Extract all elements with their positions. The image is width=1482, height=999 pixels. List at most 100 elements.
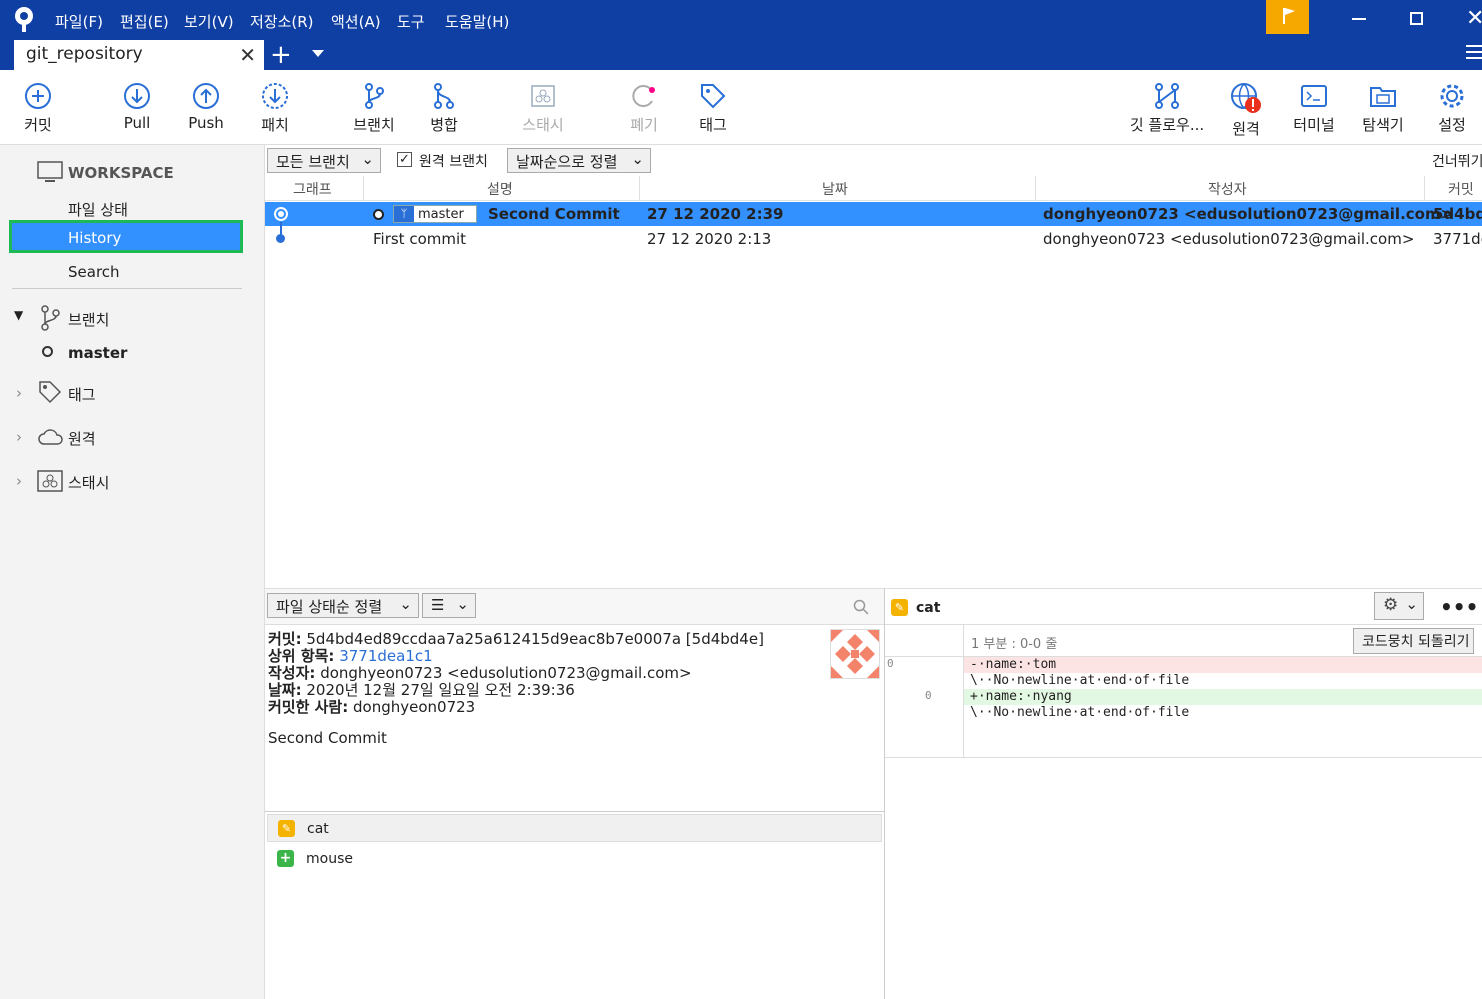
- column-divider[interactable]: [639, 176, 640, 201]
- stash-icon: [37, 470, 63, 496]
- commit-author: donghyeon0723 <edusolution0723@gmail.com…: [1043, 230, 1415, 248]
- chevron-right-icon[interactable]: ›: [16, 384, 22, 402]
- commit-button[interactable]: 커밋: [3, 82, 73, 135]
- gitflow-button[interactable]: 깃 플로우...: [1124, 82, 1210, 135]
- file-row[interactable]: ✎ cat: [267, 814, 882, 842]
- column-description[interactable]: 설명: [487, 179, 513, 199]
- revert-hunk-button[interactable]: 코드뭉치 되돌리기: [1353, 628, 1474, 654]
- menu-file[interactable]: 파일(F): [55, 11, 103, 32]
- branch-filter-dropdown[interactable]: 모든 브랜치 ⌄: [267, 148, 381, 173]
- toolbar: 커밋 Pull Push 패치 브랜치 병합 스태시 폐기 태그 깃 플로우..…: [0, 70, 1482, 145]
- remote-branches-checkbox[interactable]: ✓: [397, 152, 412, 167]
- more-options-icon[interactable]: •••: [1440, 595, 1478, 619]
- file-name: cat: [307, 821, 329, 837]
- notification-flag-button[interactable]: [1266, 0, 1309, 34]
- search-icon[interactable]: [853, 599, 869, 619]
- chevron-right-icon[interactable]: ›: [16, 472, 22, 490]
- menu-help[interactable]: 도움말(H): [445, 11, 509, 32]
- workspace-heading: WORKSPACE: [68, 164, 174, 182]
- column-commit[interactable]: 커밋: [1448, 179, 1474, 199]
- file-sort-dropdown[interactable]: 파일 상태순 정렬 ⌄: [267, 593, 419, 618]
- file-row[interactable]: + mouse: [267, 845, 882, 873]
- menu-edit[interactable]: 편집(E): [120, 11, 169, 32]
- title-bar: 파일(F) 편집(E) 보기(V) 저장소(R) 액션(A) 도구 도움말(H)…: [0, 0, 1482, 70]
- commit-row[interactable]: ᛘ master Second Commit 27 12 2020 2:39 d…: [265, 202, 1482, 226]
- sidebar-divider: [12, 288, 242, 289]
- commit-description: Second Commit: [488, 205, 620, 223]
- sort-dropdown[interactable]: 날짜순으로 정렬 ⌄: [507, 148, 651, 173]
- diff-line-meta: \··No·newline·at·end·of·file: [970, 673, 1190, 688]
- commit-icon: [25, 83, 51, 109]
- branch-button[interactable]: 브랜치: [339, 82, 409, 135]
- column-divider[interactable]: [1424, 176, 1425, 201]
- graph-node: [276, 234, 285, 243]
- repo-tab-title: git_repository: [26, 44, 143, 64]
- add-tab-button[interactable]: +: [270, 40, 292, 70]
- terminal-button[interactable]: 터미널: [1279, 82, 1349, 135]
- column-graph[interactable]: 그래프: [293, 179, 332, 199]
- pane-divider: [265, 811, 884, 812]
- modified-file-icon: ✎: [278, 820, 295, 837]
- close-window-button[interactable]: ✕: [1466, 6, 1482, 31]
- modified-file-icon: ✎: [891, 599, 908, 616]
- sidebar: WORKSPACE 파일 상태 History Search ▼ 브랜치 mas…: [0, 145, 265, 999]
- sidebar-group-tags[interactable]: 태그: [68, 384, 96, 405]
- remote-button[interactable]: 원격: [1211, 82, 1281, 139]
- commit-description: First commit: [373, 230, 467, 248]
- sidebar-group-stashes[interactable]: 스태시: [68, 472, 109, 493]
- commit-hash: 3771de: [1433, 230, 1482, 248]
- menu-repository[interactable]: 저장소(R): [250, 11, 314, 32]
- fetch-button[interactable]: 패치: [240, 82, 310, 135]
- repo-tab[interactable]: git_repository ✕: [14, 40, 264, 70]
- gear-icon: [1440, 84, 1464, 108]
- column-author[interactable]: 작성자: [1208, 179, 1247, 199]
- discard-icon: [632, 85, 655, 107]
- column-divider[interactable]: [1035, 176, 1036, 201]
- commit-details-pane: 파일 상태순 정렬 ⌄ ☰ ⌄ 커밋: 5d4bd4ed89ccdaa7a25a…: [265, 588, 884, 999]
- branch-label-badge: ᛘ master: [393, 205, 477, 223]
- diff-options-dropdown[interactable]: ⚙ ⌄: [1374, 592, 1424, 620]
- merge-button[interactable]: 병합: [409, 82, 479, 135]
- tab-dropdown-icon[interactable]: [312, 50, 324, 57]
- branch-icon: ᛘ: [394, 206, 414, 222]
- settings-button[interactable]: 설정: [1417, 82, 1482, 135]
- old-line-number: 0: [887, 657, 894, 670]
- skip-label[interactable]: 건너뛰기: [1432, 151, 1482, 171]
- sidebar-group-branches[interactable]: 브랜치: [68, 309, 109, 330]
- push-button[interactable]: Push: [171, 82, 241, 132]
- minimize-button[interactable]: [1352, 18, 1366, 20]
- stash-icon: [531, 85, 555, 107]
- new-line-number: 0: [925, 689, 932, 702]
- menu-view[interactable]: 보기(V): [184, 11, 234, 32]
- pull-button[interactable]: Pull: [102, 82, 172, 132]
- sidebar-item-search[interactable]: Search: [68, 263, 120, 281]
- menu-actions[interactable]: 액션(A): [331, 11, 381, 32]
- commit-list-header: 그래프 설명 날짜 작성자 커밋: [265, 176, 1482, 201]
- discard-button[interactable]: 폐기: [609, 82, 679, 135]
- sidebar-group-remotes[interactable]: 원격: [68, 428, 96, 449]
- maximize-button[interactable]: [1410, 12, 1423, 25]
- chevron-down-icon[interactable]: ▼: [14, 308, 23, 322]
- sidebar-item-master[interactable]: master: [68, 344, 127, 362]
- column-divider[interactable]: [363, 176, 364, 201]
- meta-committer: 커밋한 사람: donghyeon0723: [268, 698, 476, 716]
- hamburger-menu-icon[interactable]: [1466, 44, 1482, 60]
- folder-icon: [1370, 87, 1396, 107]
- pull-icon: [124, 83, 150, 109]
- menu-tools[interactable]: 도구: [397, 11, 425, 32]
- commit-row[interactable]: First commit 27 12 2020 2:13 donghyeon07…: [265, 227, 1482, 251]
- tag-button[interactable]: 태그: [678, 82, 748, 135]
- monitor-icon: [37, 161, 63, 187]
- stash-button[interactable]: 스태시: [508, 82, 578, 135]
- push-icon: [193, 83, 219, 109]
- explorer-button[interactable]: 탐색기: [1348, 82, 1418, 135]
- view-mode-dropdown[interactable]: ☰ ⌄: [422, 593, 476, 618]
- chevron-right-icon[interactable]: ›: [16, 428, 22, 446]
- close-tab-icon[interactable]: ✕: [239, 43, 256, 67]
- column-date[interactable]: 날짜: [822, 179, 848, 199]
- gitflow-icon: [1155, 83, 1179, 109]
- terminal-icon: [1301, 85, 1327, 107]
- remote-globe-icon: [1231, 83, 1261, 113]
- sidebar-item-file-status[interactable]: 파일 상태: [68, 199, 128, 220]
- sidebar-item-history[interactable]: History: [9, 220, 243, 253]
